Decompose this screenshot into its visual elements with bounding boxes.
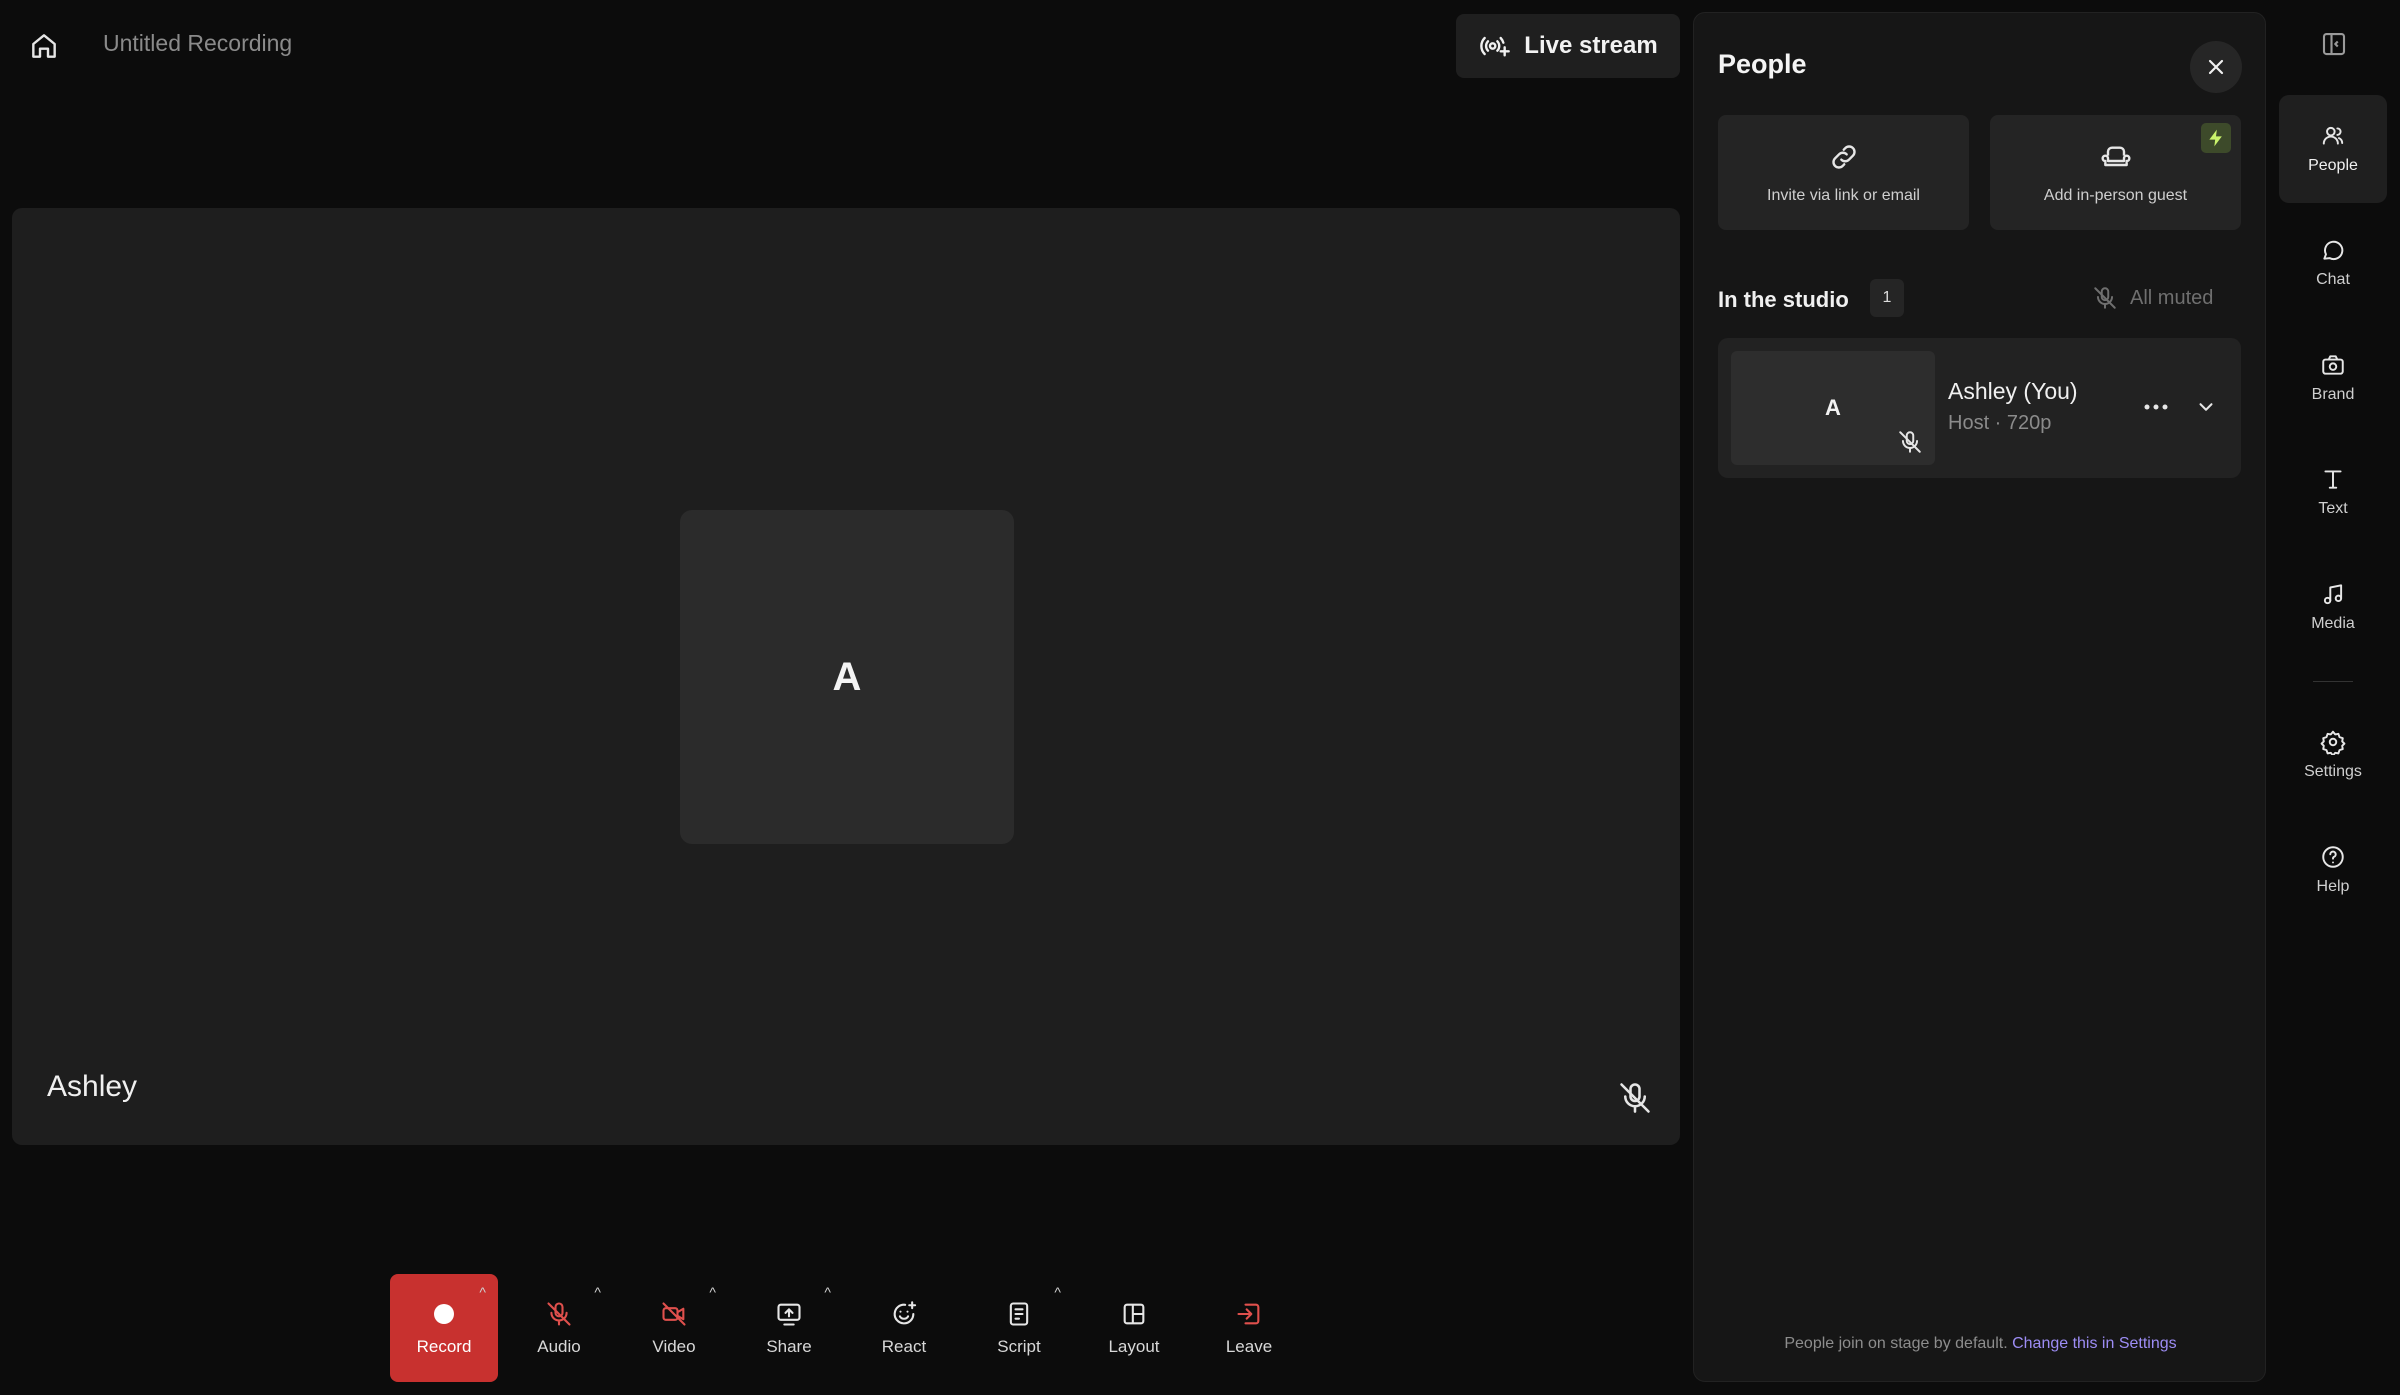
people-icon (2322, 126, 2344, 145)
script-options-caret-icon[interactable]: ^ (1054, 1284, 1061, 1300)
mic-muted-icon (1897, 429, 1923, 455)
studio-app: Untitled Recording Live stream A Ashley … (0, 0, 2400, 1395)
in-studio-heading: In the studio (1718, 287, 1849, 312)
participant-name: Ashley (You) (1948, 378, 2078, 404)
studio-count-badge: 1 (1870, 279, 1904, 317)
home-icon (32, 34, 56, 58)
bottom-toolbar: Record ^ Audio ^ Video ^ Share ^ React S… (390, 1274, 1310, 1382)
stage-avatar-letter: A (832, 654, 862, 699)
stage-canvas: A Ashley (12, 208, 1680, 1145)
rail-label-settings: Settings (2304, 763, 2362, 780)
rail-label-help: Help (2316, 878, 2350, 895)
all-muted-label: All muted (2130, 286, 2214, 309)
text-icon (2324, 470, 2342, 489)
participant-more-button[interactable] (2138, 392, 2174, 422)
screen-share-icon (777, 1303, 801, 1326)
rail-label-media: Media (2311, 615, 2355, 632)
mic-off-icon (547, 1302, 571, 1326)
leave-icon (1237, 1303, 1260, 1325)
recording-title[interactable]: Untitled Recording (103, 30, 292, 57)
add-guest-label: Add in-person guest (2043, 186, 2188, 204)
gear-icon (2320, 730, 2346, 755)
rail-label-people: People (2308, 157, 2358, 174)
chat-icon (2323, 240, 2344, 261)
rail-label-text: Text (2318, 500, 2348, 517)
rail-item-brand[interactable]: Brand (2279, 324, 2387, 432)
sidebar-toggle-icon (2322, 32, 2346, 56)
broadcast-icon (1480, 36, 1511, 57)
layout-icon (1123, 1303, 1145, 1325)
panel-title: People (1718, 49, 1807, 79)
script-button[interactable]: Script ^ (965, 1274, 1073, 1382)
rail-label-brand: Brand (2311, 386, 2355, 403)
toggle-sidebar-button[interactable] (2316, 26, 2352, 62)
mic-off-icon (2094, 287, 2116, 309)
participant-role: Host · 720p (1948, 412, 2052, 434)
share-label: Share (766, 1337, 812, 1356)
participant-thumbnail: A (1731, 351, 1935, 465)
home-button[interactable] (22, 24, 66, 68)
video-options-caret-icon[interactable]: ^ (709, 1284, 716, 1300)
rail-divider (2313, 681, 2353, 682)
add-guest-button[interactable]: Add in-person guest (1990, 115, 2241, 230)
record-button[interactable]: Record ^ (390, 1274, 498, 1382)
link-icon (1831, 144, 1856, 169)
stage-participant-name: Ashley (47, 1070, 138, 1103)
live-stream-label: Live stream (1524, 32, 1658, 59)
panel-footer-note: People join on stage by default. Change … (1694, 1335, 2267, 1353)
rail-item-help[interactable]: Help (2279, 816, 2387, 924)
music-note-icon (2323, 584, 2343, 605)
footer-text: People join on stage by default. (1784, 1335, 2008, 1352)
audio-label: Audio (537, 1337, 581, 1356)
more-horizontal-icon (2144, 404, 2168, 410)
participant-expand-button[interactable] (2190, 392, 2222, 422)
change-settings-link[interactable]: Change this in Settings (2012, 1335, 2177, 1352)
invite-label: Invite via link or email (1767, 186, 1920, 204)
lightning-icon (2209, 129, 2222, 147)
leave-button[interactable]: Leave (1195, 1274, 1303, 1382)
brand-camera-icon (2322, 355, 2344, 375)
video-label: Video (652, 1337, 696, 1356)
help-icon (2322, 846, 2344, 868)
video-button[interactable]: Video ^ (620, 1274, 728, 1382)
react-button[interactable]: React (850, 1274, 958, 1382)
script-icon (1009, 1302, 1029, 1326)
record-label: Record (416, 1337, 472, 1356)
camera-off-icon (662, 1302, 686, 1326)
close-panel-button[interactable] (2190, 41, 2242, 93)
share-button[interactable]: Share ^ (735, 1274, 843, 1382)
rail-item-people[interactable]: People (2279, 95, 2387, 203)
armchair-icon (2101, 145, 2130, 166)
participant-avatar-letter: A (1825, 395, 1841, 420)
bolt-badge (2201, 123, 2231, 153)
live-stream-button[interactable]: Live stream (1456, 14, 1680, 78)
rail-item-media[interactable]: Media (2279, 553, 2387, 661)
stage-avatar: A (680, 510, 1014, 844)
emoji-add-icon (893, 1301, 917, 1325)
audio-options-caret-icon[interactable]: ^ (594, 1284, 601, 1300)
layout-label: Layout (1108, 1337, 1160, 1356)
rail-item-text[interactable]: Text (2279, 438, 2387, 546)
mic-muted-icon (1617, 1080, 1653, 1116)
audio-button[interactable]: Audio ^ (505, 1274, 613, 1382)
layout-button[interactable]: Layout (1080, 1274, 1188, 1382)
leave-label: Leave (1225, 1337, 1273, 1356)
share-options-caret-icon[interactable]: ^ (824, 1284, 831, 1300)
rail-item-chat[interactable]: Chat (2279, 209, 2387, 317)
record-options-caret-icon[interactable]: ^ (479, 1284, 486, 1300)
script-label: Script (997, 1337, 1041, 1356)
rail-label-chat: Chat (2316, 271, 2350, 288)
chevron-down-icon (2199, 403, 2213, 411)
record-dot-icon (429, 1299, 459, 1329)
close-icon (2208, 59, 2224, 75)
react-label: React (881, 1337, 927, 1356)
invite-button[interactable]: Invite via link or email (1718, 115, 1969, 230)
rail-item-settings[interactable]: Settings (2279, 701, 2387, 809)
people-panel: People Invite via link or email Add in-p… (1693, 12, 2266, 1382)
all-muted-button[interactable]: All muted (2092, 285, 2213, 311)
participant-card[interactable]: A Ashley (You) Host · 720p (1718, 338, 2241, 478)
